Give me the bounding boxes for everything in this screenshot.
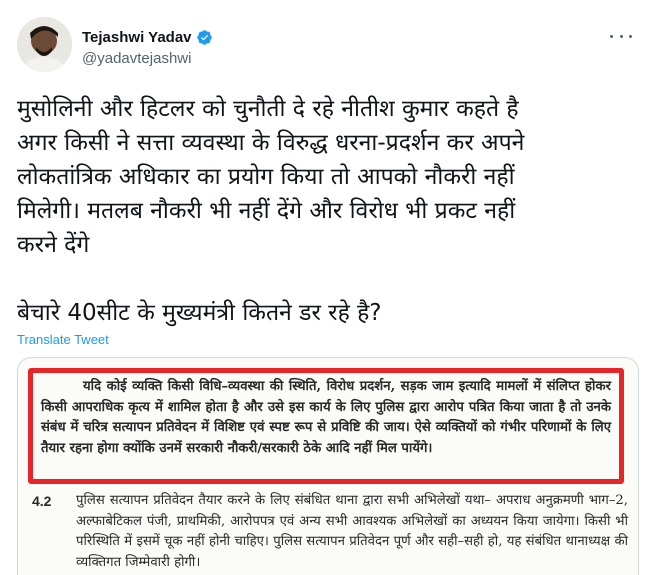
tweet-line: मिलेगी। मतलब नौकरी भी नहीं देंगे और विरो… <box>17 198 516 224</box>
more-options-icon[interactable] <box>610 28 632 44</box>
tweet-line: लोकतांत्रिक अधिकार का प्रयोग किया तो आपक… <box>17 164 515 190</box>
tweet-text: मुसोलिनी और हिटलर को चुनौती दे रहे नीतीश… <box>17 92 637 330</box>
more-dot <box>610 34 613 38</box>
tweet-line: अगर किसी ने सत्ता व्यवस्था के विरुद्ध धर… <box>17 130 525 156</box>
tweet-media-image[interactable]: यदि कोई व्यक्ति किसी विधि–व्यवस्था की स्… <box>17 357 639 575</box>
more-dot <box>619 34 623 38</box>
highlighted-document-excerpt: यदि कोई व्यक्ति किसी विधि–व्यवस्था की स्… <box>28 368 624 484</box>
highlighted-document-text: यदि कोई व्यक्ति किसी विधि–व्यवस्था की स्… <box>41 379 611 456</box>
translate-tweet-link[interactable]: Translate Tweet <box>17 332 109 347</box>
section-text: पुलिस सत्यापन प्रतिवेदन तैयार करने के लि… <box>76 493 628 570</box>
user-handle[interactable]: @yadavtejashwi <box>82 50 191 67</box>
section-number: 4.2 <box>32 493 52 509</box>
more-dot <box>629 34 632 38</box>
avatar-portrait-icon <box>17 17 72 72</box>
profile-avatar[interactable] <box>17 17 72 72</box>
tweet-second-paragraph: बेचारे 40सीट के मुख्यमंत्री कितने डर रहे… <box>17 300 382 326</box>
tweet-line: मुसोलिनी और हिटलर को चुनौती दे रहे नीतीश… <box>17 96 519 122</box>
verified-badge-icon <box>196 30 212 45</box>
tweet-line: करने देंगे <box>17 232 90 258</box>
user-display-name[interactable]: Tejashwi Yadav <box>82 29 192 46</box>
document-section: 4.2 पुलिस सत्यापन प्रतिवेदन तैयार करने क… <box>32 491 628 573</box>
